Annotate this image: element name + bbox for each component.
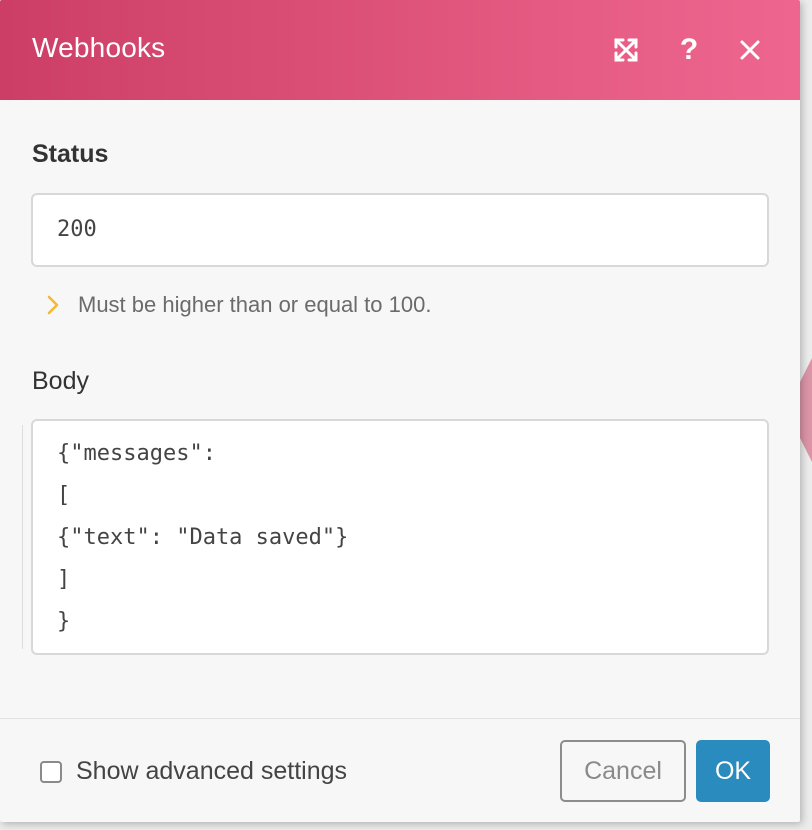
help-button[interactable]: ? bbox=[671, 32, 707, 68]
status-label: Status bbox=[32, 140, 109, 168]
status-input[interactable]: 200 bbox=[31, 193, 769, 267]
expand-icon bbox=[614, 38, 638, 62]
webhooks-dialog: Webhooks ? Status 200 Must be higher tha… bbox=[0, 0, 800, 822]
footer-divider bbox=[0, 718, 800, 719]
status-hint: Must be higher than or equal to 100. bbox=[42, 290, 431, 320]
status-hint-text: Must be higher than or equal to 100. bbox=[78, 292, 432, 317]
chevron-right-icon bbox=[47, 295, 59, 315]
body-line: [ bbox=[57, 483, 71, 508]
advanced-settings-label[interactable]: Show advanced settings bbox=[76, 757, 347, 786]
body-line: ] bbox=[57, 567, 71, 592]
dialog-title: Webhooks bbox=[32, 32, 166, 63]
help-icon: ? bbox=[679, 33, 699, 66]
body-label: Body bbox=[32, 367, 89, 395]
background-module-node bbox=[798, 350, 812, 470]
close-icon bbox=[740, 40, 760, 60]
expand-button[interactable] bbox=[608, 32, 644, 68]
canvas: Webhooks ? Status 200 Must be higher tha… bbox=[0, 0, 812, 830]
advanced-settings-checkbox[interactable] bbox=[40, 760, 62, 783]
advanced-settings-toggle[interactable]: Show advanced settings bbox=[40, 757, 347, 786]
ok-button[interactable]: OK bbox=[696, 740, 770, 802]
body-line: {"text": "Data saved"} bbox=[57, 525, 349, 550]
dialog-header: Webhooks ? bbox=[0, 0, 800, 100]
close-button[interactable] bbox=[732, 32, 768, 68]
body-gutter-rule bbox=[22, 425, 23, 649]
body-editor[interactable]: {"messages": [ {"text": "Data saved"} ] … bbox=[31, 419, 769, 655]
body-line: {"messages": bbox=[57, 441, 216, 466]
cancel-button[interactable]: Cancel bbox=[560, 740, 686, 802]
body-line: } bbox=[57, 609, 71, 634]
